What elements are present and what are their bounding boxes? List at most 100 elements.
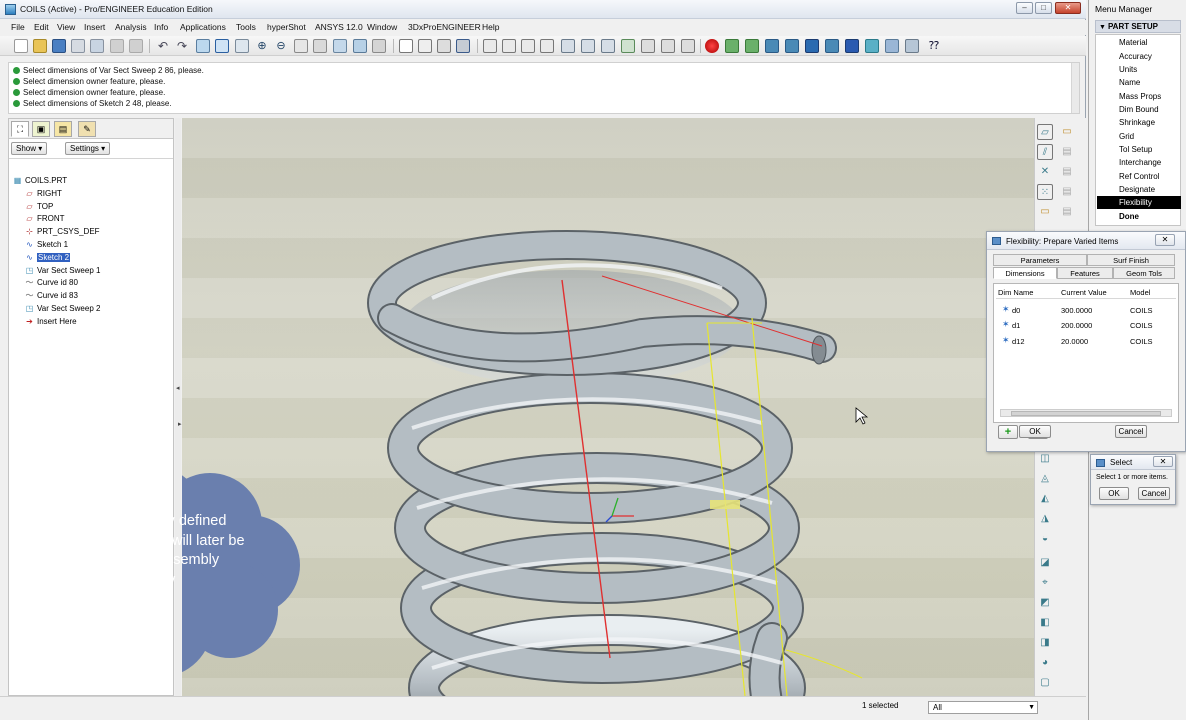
layers-icon[interactable] (353, 39, 367, 53)
zoom-out-icon[interactable]: ⊖ (274, 39, 288, 53)
extrude-tool-icon[interactable]: ▤ (1059, 144, 1075, 160)
favorites-tab[interactable]: ▤ (54, 121, 72, 137)
close-icon[interactable]: ✕ (1153, 456, 1173, 467)
sweep-tool-icon[interactable]: ▤ (1059, 184, 1075, 200)
connections-tab[interactable]: ✎ (78, 121, 96, 137)
tree-item-right[interactable]: ▱ RIGHT (25, 188, 61, 200)
round-tool-icon[interactable]: ◒ (1037, 531, 1053, 547)
menu-item-flexibility[interactable]: Flexibility (1097, 196, 1181, 209)
datum-csys-tool-icon[interactable]: ▭ (1037, 204, 1053, 220)
model-tree-tab[interactable]: ⛶ (11, 121, 29, 137)
ansys-import-icon[interactable] (745, 39, 759, 53)
table-horizontal-scrollbar[interactable] (1000, 409, 1172, 417)
no-hidden-icon[interactable] (437, 39, 451, 53)
tree-root[interactable]: ▦ COILS.PRT (13, 175, 67, 187)
save-icon[interactable] (52, 39, 66, 53)
menu-item-accuracy[interactable]: Accuracy (1097, 50, 1181, 63)
analysis-icon[interactable] (641, 39, 655, 53)
menu-analysis[interactable]: Analysis (115, 22, 147, 32)
menu-item-material[interactable]: Material (1097, 36, 1181, 49)
repaint-icon[interactable] (235, 39, 249, 53)
tree-item-csys[interactable]: ⊹ PRT_CSYS_DEF (25, 226, 99, 238)
annotation-icon[interactable] (561, 39, 575, 53)
measure-icon[interactable] (661, 39, 675, 53)
menu-insert[interactable]: Insert (84, 22, 105, 32)
tree-item-var-sect-sweep-2[interactable]: ◳ Var Sect Sweep 2 (25, 303, 101, 315)
3dx-rotate-icon[interactable] (825, 39, 839, 53)
menu-item-done[interactable]: Done (1097, 210, 1181, 223)
view-manager-icon[interactable] (372, 39, 386, 53)
shell-tool-icon[interactable]: ◬ (1037, 471, 1053, 487)
select-dialog-title-bar[interactable]: Select ✕ (1091, 455, 1175, 470)
menu-item-mass-props[interactable]: Mass Props (1097, 90, 1181, 103)
3dx-settings-icon[interactable] (905, 39, 919, 53)
folder-browser-tab[interactable]: ▣ (32, 121, 50, 137)
part-setup-header[interactable]: ▼ PART SETUP (1095, 20, 1181, 33)
menu-view[interactable]: View (57, 22, 75, 32)
tab-features[interactable]: Features (1057, 267, 1113, 279)
hypershot-icon[interactable] (705, 39, 719, 53)
mirror-tool-icon[interactable]: ◩ (1037, 595, 1053, 611)
hidden-line-icon[interactable] (418, 39, 432, 53)
saved-views-icon[interactable] (333, 39, 347, 53)
pattern-tool-icon[interactable]: ⌖ (1037, 575, 1053, 591)
refit-icon[interactable] (294, 39, 308, 53)
show-button[interactable]: Show ▾ (11, 142, 48, 155)
menu-help[interactable]: Help (482, 22, 499, 32)
revolve-tool-icon[interactable]: ▤ (1059, 164, 1075, 180)
zoom-in-icon[interactable]: ⊕ (255, 39, 269, 53)
spin-center-icon[interactable] (581, 39, 595, 53)
message-scrollbar[interactable] (1071, 63, 1079, 113)
rib-tool-icon[interactable]: ◭ (1037, 491, 1053, 507)
tree-item-front[interactable]: ▱ FRONT (25, 213, 64, 225)
menu-ansys[interactable]: ANSYS 12.0 (315, 22, 363, 32)
datum-plane-tool-icon[interactable]: ⫽ (1037, 144, 1053, 160)
section-icon[interactable] (681, 39, 695, 53)
graphics-viewport[interactable] (182, 118, 1034, 696)
menu-item-interchange[interactable]: Interchange (1097, 156, 1181, 169)
email-icon[interactable] (90, 39, 104, 53)
3dx-navigator-icon[interactable] (765, 39, 779, 53)
tree-item-top[interactable]: ▱ TOP (25, 201, 53, 213)
3dx-zoom-icon[interactable] (865, 39, 879, 53)
wireframe-icon[interactable] (399, 39, 413, 53)
redo-icon[interactable]: ↷ (175, 39, 189, 53)
shading-icon[interactable] (456, 39, 470, 53)
maximize-button[interactable]: □ (1035, 2, 1052, 14)
minimize-button[interactable]: – (1016, 2, 1033, 14)
menu-applications[interactable]: Applications (180, 22, 226, 32)
menu-edit[interactable]: Edit (34, 22, 49, 32)
hole-tool-icon[interactable]: ◫ (1037, 451, 1053, 467)
3dx-views-icon[interactable] (785, 39, 799, 53)
tab-surf-finish[interactable]: Surf Finish (1087, 254, 1175, 266)
tree-item-insert-here[interactable]: ➔ Insert Here (25, 316, 76, 328)
table-row[interactable]: ✶ d1 200.0000 COILS (994, 318, 1178, 333)
new-file-icon[interactable] (14, 39, 28, 53)
trim-tool-icon[interactable]: ◨ (1037, 635, 1053, 651)
select-filter-icon[interactable] (215, 39, 229, 53)
ansys-workbench-icon[interactable] (725, 39, 739, 53)
tree-item-var-sect-sweep-1[interactable]: ◳ Var Sect Sweep 1 (25, 265, 101, 277)
menu-item-ref-control[interactable]: Ref Control (1097, 170, 1181, 183)
menu-hypershot[interactable]: hyperShot (267, 22, 306, 32)
settings-button[interactable]: Settings ▾ (65, 142, 111, 155)
close-button[interactable]: ✕ (1055, 2, 1081, 14)
tab-dimensions[interactable]: Dimensions (993, 267, 1057, 279)
add-item-button[interactable]: + (998, 425, 1018, 439)
sketch-tool-icon[interactable]: ▱ (1037, 124, 1053, 140)
menu-window[interactable]: Window (367, 22, 397, 32)
datum-axes-icon[interactable] (502, 39, 516, 53)
menu-item-grid[interactable]: Grid (1097, 130, 1181, 143)
3dx-fit-icon[interactable] (885, 39, 899, 53)
context-help-icon[interactable]: ⁇ (927, 39, 941, 53)
menu-item-dim-bound[interactable]: Dim Bound (1097, 103, 1181, 116)
datum-points-icon[interactable] (521, 39, 535, 53)
dialog-title-bar[interactable]: Flexibility: Prepare Varied Items ✕ (987, 232, 1185, 250)
merge-tool-icon[interactable]: ◧ (1037, 615, 1053, 631)
tree-item-curve-80[interactable]: 〜 Curve id 80 (25, 277, 78, 289)
datum-point-tool-icon[interactable]: ⁙ (1037, 184, 1053, 200)
menu-item-shrinkage[interactable]: Shrinkage (1097, 116, 1181, 129)
undo-icon[interactable]: ↶ (156, 39, 170, 53)
offset-tool-icon[interactable]: ▢ (1037, 675, 1053, 691)
tree-item-curve-83[interactable]: 〜 Curve id 83 (25, 290, 78, 302)
